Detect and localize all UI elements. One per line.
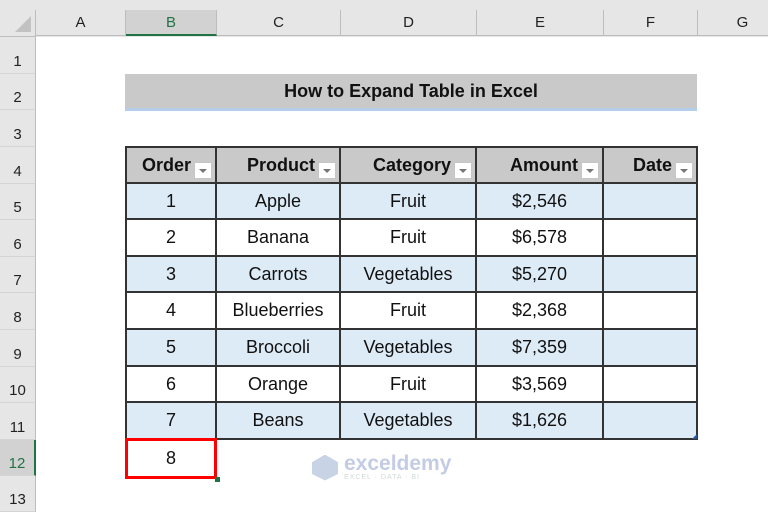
cell-category[interactable]: Fruit: [341, 367, 477, 403]
filter-dropdown-icon[interactable]: [581, 162, 599, 179]
header-amount-label: Amount: [510, 154, 578, 175]
row-header-7[interactable]: 7: [0, 257, 36, 293]
cell-category[interactable]: Vegetables: [341, 257, 477, 293]
cell-category[interactable]: Vegetables: [341, 403, 477, 440]
cell-order[interactable]: 2: [125, 220, 217, 257]
watermark: exceldemy EXCEL · DATA · BI: [312, 452, 452, 481]
cell-date[interactable]: [604, 367, 698, 403]
cell-date[interactable]: [604, 330, 698, 367]
header-product-label: Product: [246, 154, 315, 175]
row-header-8[interactable]: 8: [0, 293, 36, 330]
watermark-tagline: EXCEL · DATA · BI: [344, 474, 420, 481]
cell-order[interactable]: 6: [125, 367, 217, 403]
select-all-button[interactable]: [0, 10, 36, 37]
cell-amount[interactable]: $2,368: [477, 293, 604, 330]
cell-order[interactable]: 1: [125, 184, 217, 220]
cell-date[interactable]: [604, 257, 698, 293]
row-header-9[interactable]: 9: [0, 330, 36, 367]
cell-order[interactable]: 7: [125, 403, 217, 440]
row-header-12[interactable]: 12: [0, 440, 36, 476]
table-resize-handle[interactable]: [692, 434, 697, 439]
cell-category[interactable]: Vegetables: [341, 330, 477, 367]
sheet-title: How to Expand Table in Excel: [125, 74, 697, 111]
filter-dropdown-icon[interactable]: [194, 162, 212, 179]
cell-date[interactable]: [604, 293, 698, 330]
row-header-6[interactable]: 6: [0, 220, 36, 257]
row-header-10[interactable]: 10: [0, 367, 36, 403]
cell-date[interactable]: [604, 403, 698, 440]
filter-dropdown-icon[interactable]: [675, 162, 693, 179]
header-order-label: Order: [141, 154, 191, 175]
header-product[interactable]: Product: [217, 146, 341, 184]
cell-amount[interactable]: $5,270: [477, 257, 604, 293]
watermark-name: exceldemy: [344, 452, 452, 475]
header-order[interactable]: Order: [125, 146, 217, 184]
column-header-c[interactable]: C: [217, 10, 341, 36]
cell-product[interactable]: Broccoli: [217, 330, 341, 367]
filter-dropdown-icon[interactable]: [318, 162, 336, 179]
column-header-d[interactable]: D: [341, 10, 477, 36]
header-category[interactable]: Category: [341, 146, 477, 184]
cell-category[interactable]: Fruit: [341, 293, 477, 330]
cell-amount[interactable]: $3,569: [477, 367, 604, 403]
cell-category[interactable]: Fruit: [341, 184, 477, 220]
row-header-13[interactable]: 13: [0, 476, 36, 512]
row-header-11[interactable]: 11: [0, 403, 36, 440]
cell-product[interactable]: Carrots: [217, 257, 341, 293]
header-amount[interactable]: Amount: [477, 146, 604, 184]
select-all-triangle-icon: [15, 16, 31, 32]
column-header-g[interactable]: G: [698, 10, 768, 36]
header-date[interactable]: Date: [604, 146, 698, 184]
cell-product[interactable]: Apple: [217, 184, 341, 220]
new-entry-cell[interactable]: 8: [125, 438, 220, 482]
new-entry-value: 8: [165, 448, 176, 468]
cell-category[interactable]: Fruit: [341, 220, 477, 257]
row-header-1[interactable]: 1: [0, 37, 36, 74]
cell-date[interactable]: [604, 184, 698, 220]
cell-order[interactable]: 5: [125, 330, 217, 367]
cell-product[interactable]: Orange: [217, 367, 341, 403]
row-header-4[interactable]: 4: [0, 147, 36, 184]
filter-dropdown-icon[interactable]: [454, 162, 472, 179]
cell-amount[interactable]: $1,626: [477, 403, 604, 440]
column-header-f[interactable]: F: [604, 10, 698, 36]
cell-order[interactable]: 3: [125, 257, 217, 293]
cell-product[interactable]: Blueberries: [217, 293, 341, 330]
column-header-b[interactable]: B: [126, 10, 217, 36]
cell-order[interactable]: 4: [125, 293, 217, 330]
cell-product[interactable]: Beans: [217, 403, 341, 440]
row-header-3[interactable]: 3: [0, 110, 36, 147]
cell-amount[interactable]: $6,578: [477, 220, 604, 257]
row-header-2[interactable]: 2: [0, 74, 36, 110]
cell-amount[interactable]: $2,546: [477, 184, 604, 220]
cell-date[interactable]: [604, 220, 698, 257]
cell-amount[interactable]: $7,359: [477, 330, 604, 367]
exceldemy-logo-icon: [312, 454, 338, 481]
column-header-a[interactable]: A: [36, 10, 126, 36]
column-header-e[interactable]: E: [477, 10, 604, 36]
header-category-label: Category: [372, 154, 451, 175]
row-header-5[interactable]: 5: [0, 184, 36, 220]
header-date-label: Date: [632, 154, 672, 175]
cell-product[interactable]: Banana: [217, 220, 341, 257]
fill-handle[interactable]: [215, 477, 220, 482]
